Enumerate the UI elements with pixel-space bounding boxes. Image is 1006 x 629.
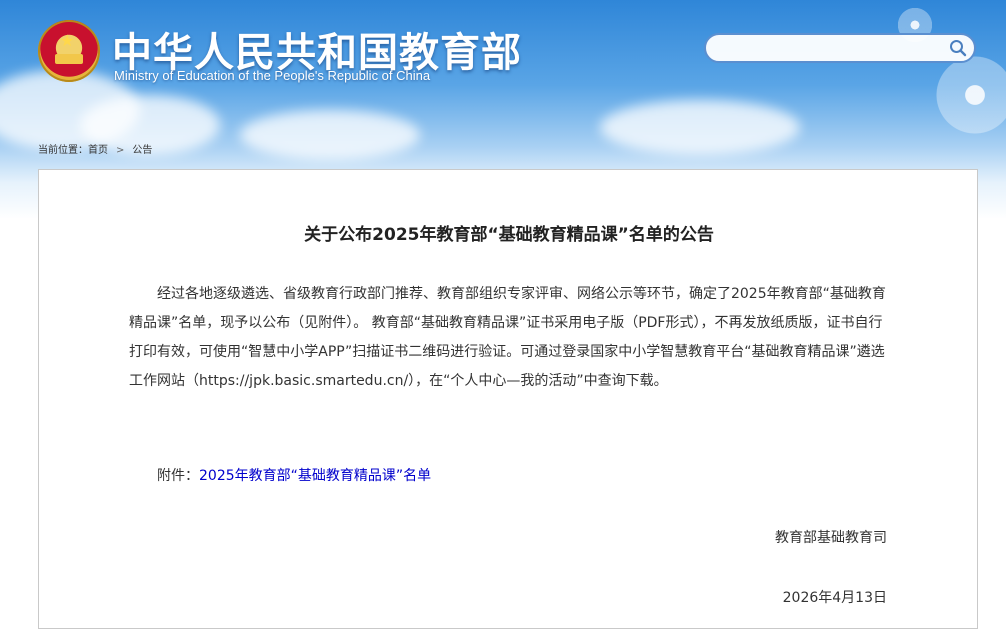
- breadcrumb: 当前位置：首页 > 公告: [38, 141, 152, 156]
- attachment-line: 附件：2025年教育部“基础教育精品课”名单: [157, 465, 431, 485]
- attachment-link[interactable]: 2025年教育部“基础教育精品课”名单: [199, 468, 431, 484]
- attachment-label: 附件：: [157, 468, 199, 484]
- national-emblem-icon[interactable]: ★: [38, 20, 100, 82]
- article-title: 关于公布2025年教育部“基础教育精品课”名单的公告: [304, 225, 714, 245]
- search-box: [704, 33, 976, 63]
- cloud-decoration: [600, 100, 800, 155]
- breadcrumb-separator: >: [116, 145, 125, 156]
- article-signature: 教育部基础教育司: [775, 530, 887, 546]
- article-body: 经过各地逐级遴选、省级教育行政部门推荐、教育部组织专家评审、网络公示等环节，确定…: [129, 286, 886, 389]
- star-icon: ★: [60, 31, 75, 50]
- cloud-decoration: [240, 110, 420, 160]
- breadcrumb-prefix: 当前位置：: [38, 145, 88, 156]
- article-date: 2026年4月13日: [782, 590, 887, 606]
- site-subtitle[interactable]: Ministry of Education of the People's Re…: [114, 68, 430, 83]
- breadcrumb-home-link[interactable]: 首页: [88, 145, 108, 156]
- breadcrumb-current: 公告: [132, 145, 153, 156]
- search-icon[interactable]: [948, 38, 968, 58]
- gate-icon: [55, 54, 83, 64]
- search-input[interactable]: [716, 39, 940, 59]
- article-panel: 关于公布2025年教育部“基础教育精品课”名单的公告 经过各地逐级遴选、省级教育…: [38, 169, 978, 629]
